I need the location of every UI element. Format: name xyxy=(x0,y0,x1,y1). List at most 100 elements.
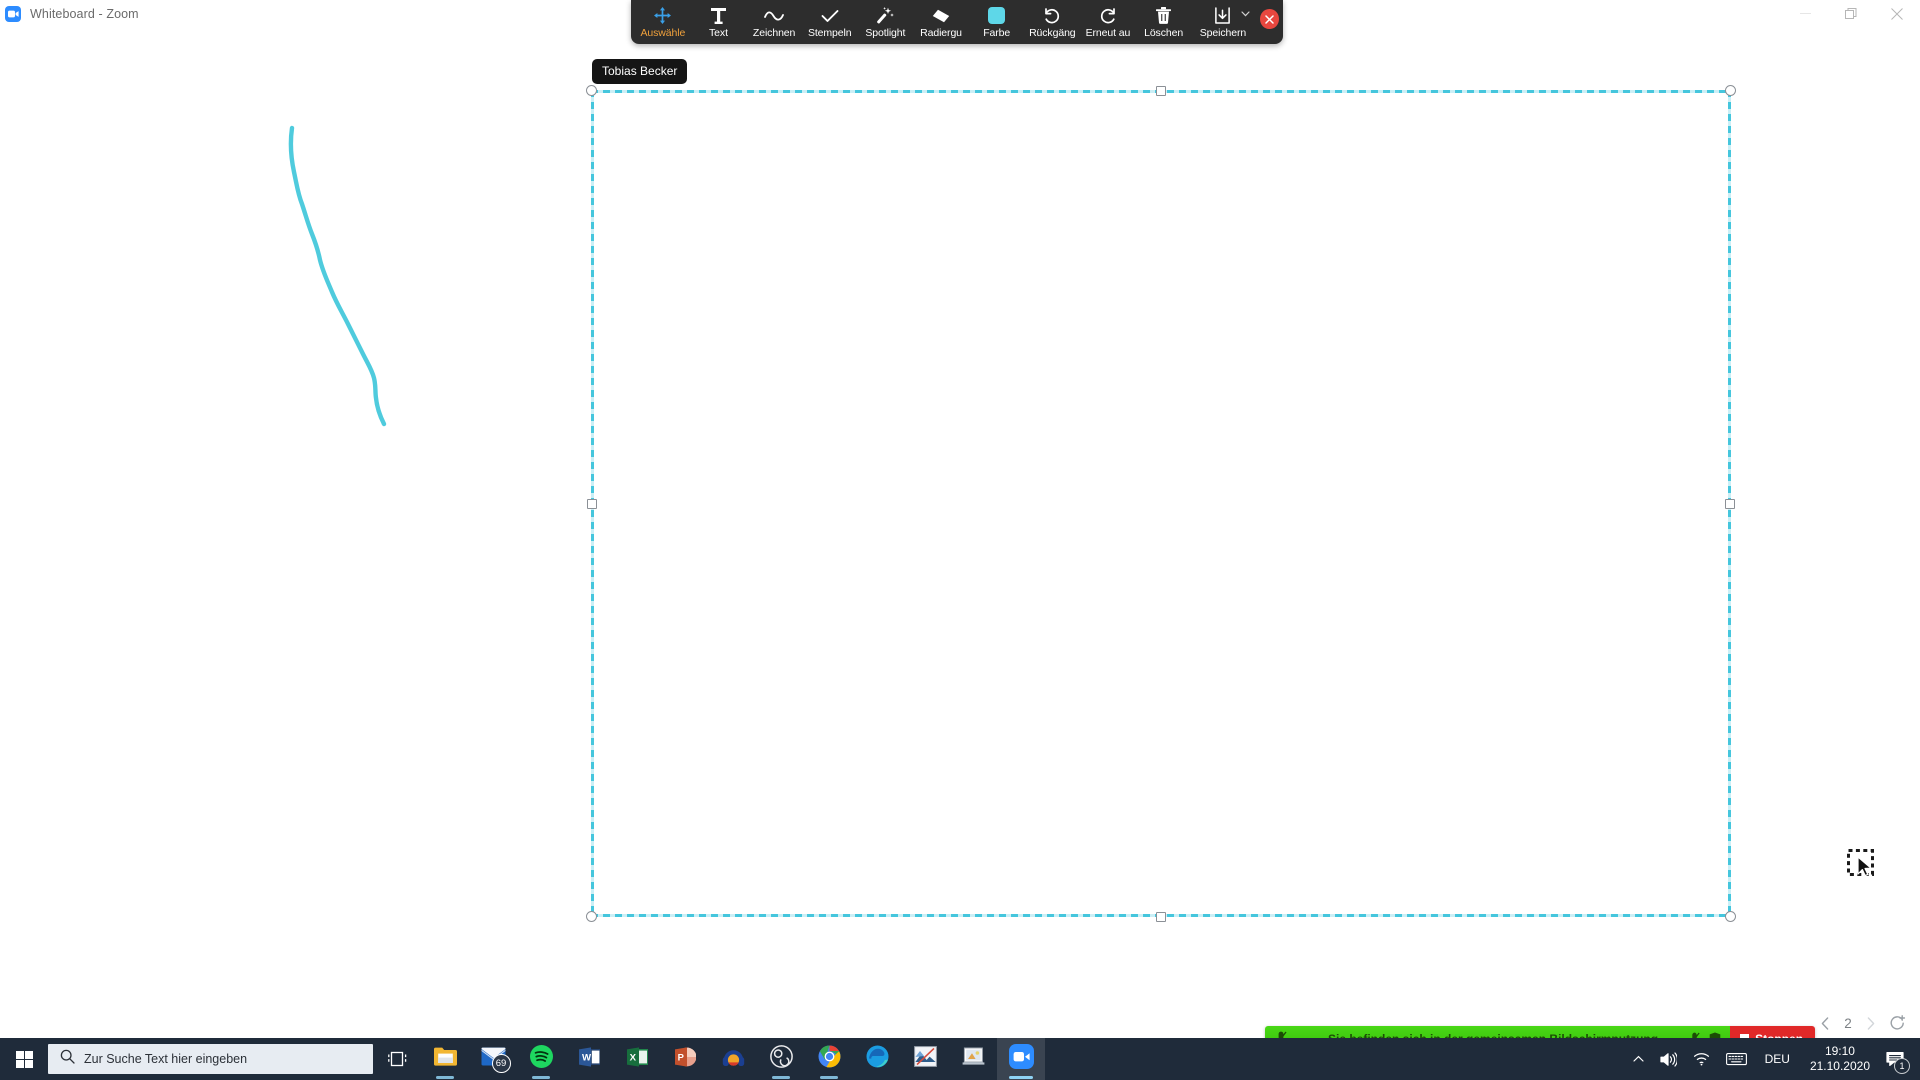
handle-bottom-right[interactable] xyxy=(1725,911,1736,922)
tool-text[interactable]: Text xyxy=(691,2,747,44)
taskbar-app-headphones[interactable] xyxy=(709,1038,757,1080)
taskbar-app-mail[interactable]: 69 xyxy=(469,1038,517,1080)
close-icon[interactable] xyxy=(1874,0,1920,27)
move-select-icon xyxy=(654,6,672,25)
stamp-check-icon xyxy=(821,6,839,25)
tool-label: Löschen xyxy=(1144,27,1184,39)
obs-icon xyxy=(769,1045,793,1073)
tool-label: Spotlight xyxy=(865,27,906,39)
taskbar-app-zoom[interactable] xyxy=(997,1038,1045,1080)
tool-label: Auswähle xyxy=(640,27,686,39)
handle-middle-left[interactable] xyxy=(587,499,597,509)
wifi-icon[interactable] xyxy=(1685,1038,1718,1080)
spotlight-wand-icon xyxy=(876,6,895,25)
windows-start-icon[interactable] xyxy=(0,1038,48,1080)
svg-text:X: X xyxy=(629,1052,636,1063)
handle-bottom-left[interactable] xyxy=(586,911,597,922)
taskbar-app-obs[interactable] xyxy=(757,1038,805,1080)
screen: Whiteboard - Zoom Auswähle Text Zeichnen… xyxy=(0,0,1920,1080)
handle-top-center[interactable] xyxy=(1156,86,1166,96)
clock[interactable]: 19:10 21.10.2020 xyxy=(1800,1044,1880,1074)
notification-badge: 1 xyxy=(1894,1058,1910,1074)
chevron-up-icon[interactable] xyxy=(1625,1038,1652,1080)
tool-rueckgaengig[interactable]: Rückgäng xyxy=(1024,2,1080,44)
search-placeholder: Zur Suche Text hier eingeben xyxy=(84,1052,248,1066)
windows-logo xyxy=(15,1050,33,1068)
close-toolbar-icon[interactable] xyxy=(1260,9,1280,29)
speaker-icon[interactable] xyxy=(1652,1038,1685,1080)
tool-stempeln[interactable]: Stempeln xyxy=(802,2,858,44)
add-page-icon[interactable] xyxy=(1889,1015,1906,1032)
tool-label: Radiergu xyxy=(920,27,962,39)
selection-box[interactable] xyxy=(586,85,1736,922)
chevron-down-icon[interactable] xyxy=(1241,11,1251,17)
tool-loeschen[interactable]: Löschen xyxy=(1136,2,1192,44)
chrome-icon xyxy=(818,1045,841,1073)
system-tray: DEU 19:10 21.10.2020 1 xyxy=(1625,1038,1920,1080)
language-indicator[interactable]: DEU xyxy=(1755,1052,1800,1066)
handle-top-right[interactable] xyxy=(1725,85,1736,96)
handle-top-left[interactable] xyxy=(586,85,597,96)
marquee-select-cursor xyxy=(1847,849,1874,877)
restore-icon[interactable] xyxy=(1828,0,1874,27)
keyboard-icon[interactable] xyxy=(1718,1038,1755,1080)
slideshow-icon xyxy=(962,1046,985,1072)
whiteboard-toolbar: Auswähle Text Zeichnen Stempeln Spotligh… xyxy=(631,0,1283,44)
photo-icon xyxy=(913,1046,937,1072)
notification-icon[interactable]: 1 xyxy=(1880,1038,1914,1080)
folder-icon xyxy=(433,1046,458,1072)
taskbar-app-slideshow[interactable] xyxy=(949,1038,997,1080)
headphones-icon xyxy=(722,1046,745,1072)
tool-label: Zeichnen xyxy=(752,27,796,39)
tool-erneut-ausfuehren[interactable]: Erneut au xyxy=(1080,2,1136,44)
window-title: Whiteboard - Zoom xyxy=(30,6,139,21)
trash-icon xyxy=(1156,6,1172,25)
handle-bottom-center[interactable] xyxy=(1156,912,1166,922)
taskbar-app-spotify[interactable] xyxy=(517,1038,565,1080)
edge-icon xyxy=(866,1045,889,1073)
tool-label: Farbe xyxy=(983,27,1011,39)
windows-taskbar: Zur Suche Text hier eingeben 69 W X P DE… xyxy=(0,1038,1920,1080)
prev-page-button[interactable] xyxy=(1821,1017,1829,1030)
tool-label: Erneut au xyxy=(1085,27,1131,39)
task-view-icon[interactable] xyxy=(373,1038,421,1080)
powerpoint-icon: P xyxy=(674,1046,696,1073)
tool-radiergummi[interactable]: Radiergu xyxy=(913,2,969,44)
zoom-camera-icon xyxy=(1008,1044,1034,1074)
word-icon: W xyxy=(578,1046,600,1073)
search-icon xyxy=(60,1049,75,1069)
taskbar-app-chrome[interactable] xyxy=(805,1038,853,1080)
tool-label: Rückgäng xyxy=(1029,27,1076,39)
zoom-camera-icon xyxy=(5,5,21,22)
tool-spotlight[interactable]: Spotlight xyxy=(858,2,914,44)
taskbar-app-powerpoint[interactable]: P xyxy=(661,1038,709,1080)
taskbar-app-photo-editor[interactable] xyxy=(901,1038,949,1080)
taskbar-app-excel[interactable]: X xyxy=(613,1038,661,1080)
excel-icon: X xyxy=(626,1046,648,1073)
current-page-number: 2 xyxy=(1844,1016,1852,1031)
tool-farbe[interactable]: Farbe xyxy=(969,2,1025,44)
redo-arrow-icon xyxy=(1099,6,1117,25)
minimize-icon[interactable] xyxy=(1782,0,1828,27)
freehand-stroke xyxy=(288,125,387,427)
taskbar-app-edge[interactable] xyxy=(853,1038,901,1080)
handle-middle-right[interactable] xyxy=(1725,499,1735,509)
svg-text:W: W xyxy=(582,1052,592,1063)
search-input[interactable]: Zur Suche Text hier eingeben xyxy=(48,1044,373,1074)
clock-time: 19:10 xyxy=(1824,1044,1855,1058)
tool-auswaehlen[interactable]: Auswähle xyxy=(635,2,691,44)
mail-badge: 69 xyxy=(491,1054,511,1073)
taskbar-app-file-explorer[interactable] xyxy=(421,1038,469,1080)
tool-label: Speichern xyxy=(1199,27,1247,39)
next-page-button[interactable] xyxy=(1867,1017,1875,1030)
tool-speichern[interactable]: Speichern xyxy=(1191,2,1254,44)
draw-squiggle-icon xyxy=(764,6,784,25)
tool-zeichnen[interactable]: Zeichnen xyxy=(746,2,802,44)
mail-icon: 69 xyxy=(481,1047,511,1073)
eraser-icon xyxy=(932,6,950,25)
text-T-icon xyxy=(710,6,726,25)
page-navigation: 2 xyxy=(1821,1015,1906,1032)
taskbar-app-word[interactable]: W xyxy=(565,1038,613,1080)
save-download-icon xyxy=(1214,6,1231,25)
spotify-icon xyxy=(529,1045,553,1073)
